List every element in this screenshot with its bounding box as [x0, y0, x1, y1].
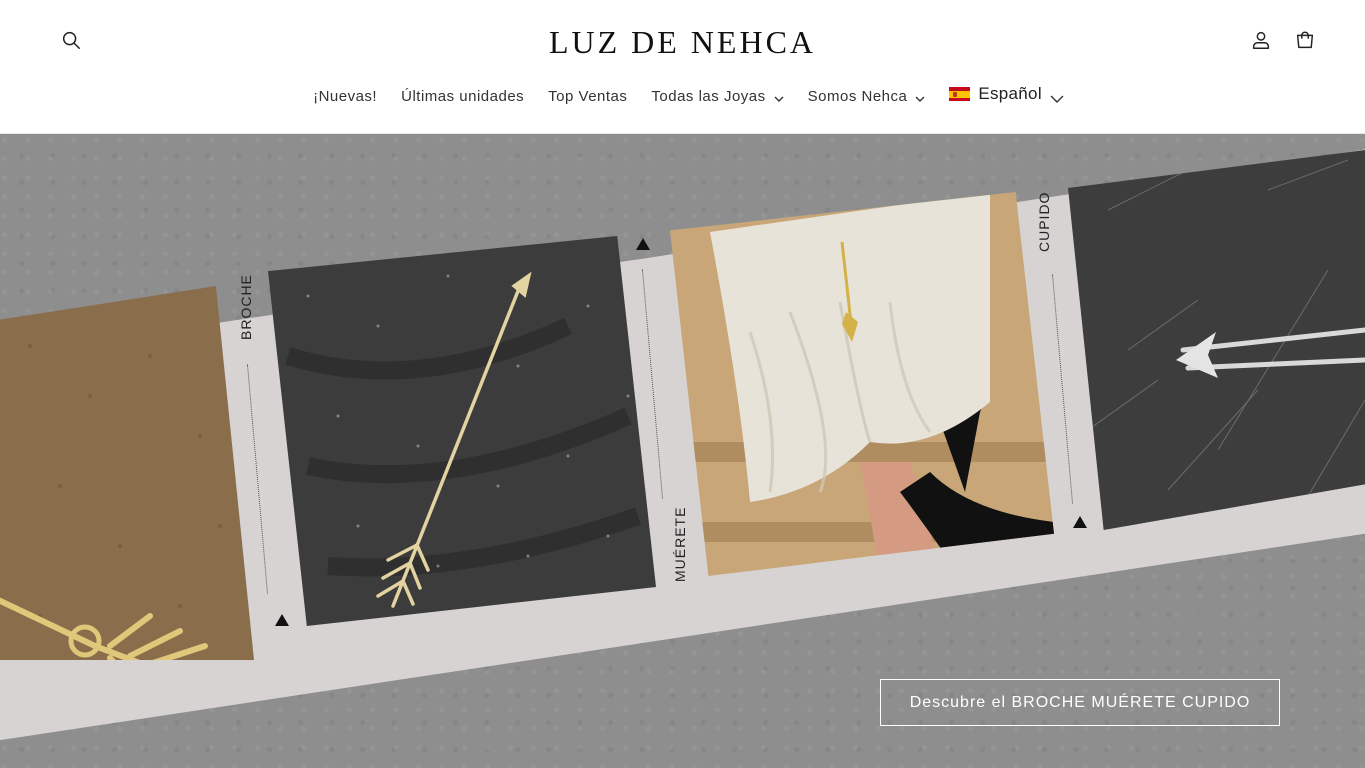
bag-icon — [1294, 29, 1316, 56]
site-logo: LUZ DE NEHCA — [0, 22, 1365, 62]
hero-photo-silver-arrow-dark — [1068, 150, 1365, 530]
nav-item-top-ventas[interactable]: Top Ventas — [536, 82, 639, 110]
hero-photo-arrow-on-grey-fabric — [268, 236, 656, 626]
nav-item-label: ¡Nuevas! — [313, 87, 378, 105]
nav-item-nuevas[interactable]: ¡Nuevas! — [301, 82, 389, 110]
nav-item-label: Top Ventas — [548, 87, 628, 105]
nav-item-label: Todas las Joyas — [651, 87, 766, 105]
band-label-cupido: CUPIDO — [1036, 191, 1052, 252]
hero-photo-gold-arrow-closeup — [0, 286, 254, 660]
nav-item-label: Somos Nehca — [807, 87, 908, 105]
hero-banner[interactable]: BROCHE MUÉRETE CUPIDO Descubre el BROCHE… — [0, 134, 1365, 768]
band-label-muerete: MUÉRETE — [672, 506, 688, 582]
discover-brooch-button[interactable]: Descubre el BROCHE MUÉRETE CUPIDO — [880, 679, 1280, 726]
nav-item-label: Últimas unidades — [401, 87, 525, 105]
spain-flag-icon — [949, 87, 971, 101]
nav-item-ultimas-unidades[interactable]: Últimas unidades — [389, 82, 536, 110]
site-header: LUZ DE NEHCA ¡Nuevas! Últimas unidades T… — [0, 0, 1365, 134]
cart-button[interactable] — [1287, 24, 1323, 60]
language-label: Español — [978, 84, 1042, 103]
chevron-down-icon — [1050, 89, 1064, 103]
chevron-down-icon — [774, 91, 784, 102]
main-navigation: ¡Nuevas! Últimas unidades Top Ventas Tod… — [0, 82, 1365, 110]
nav-item-somos-nehca[interactable]: Somos Nehca — [796, 82, 938, 110]
nav-item-todas-las-joyas[interactable]: Todas las Joyas — [639, 82, 795, 110]
band-triangle-marker — [275, 614, 289, 626]
band-triangle-marker — [636, 238, 650, 250]
band-triangle-marker — [1073, 516, 1087, 528]
band-label-broche: BROCHE — [238, 274, 254, 340]
logo-link[interactable]: LUZ DE NEHCA — [549, 24, 816, 60]
account-button[interactable] — [1243, 24, 1279, 60]
language-selector[interactable]: Español — [949, 84, 1064, 104]
user-icon — [1250, 29, 1272, 56]
hero-photo-tweed-skirt-with-pin — [670, 192, 1054, 576]
chevron-down-icon — [915, 91, 925, 102]
